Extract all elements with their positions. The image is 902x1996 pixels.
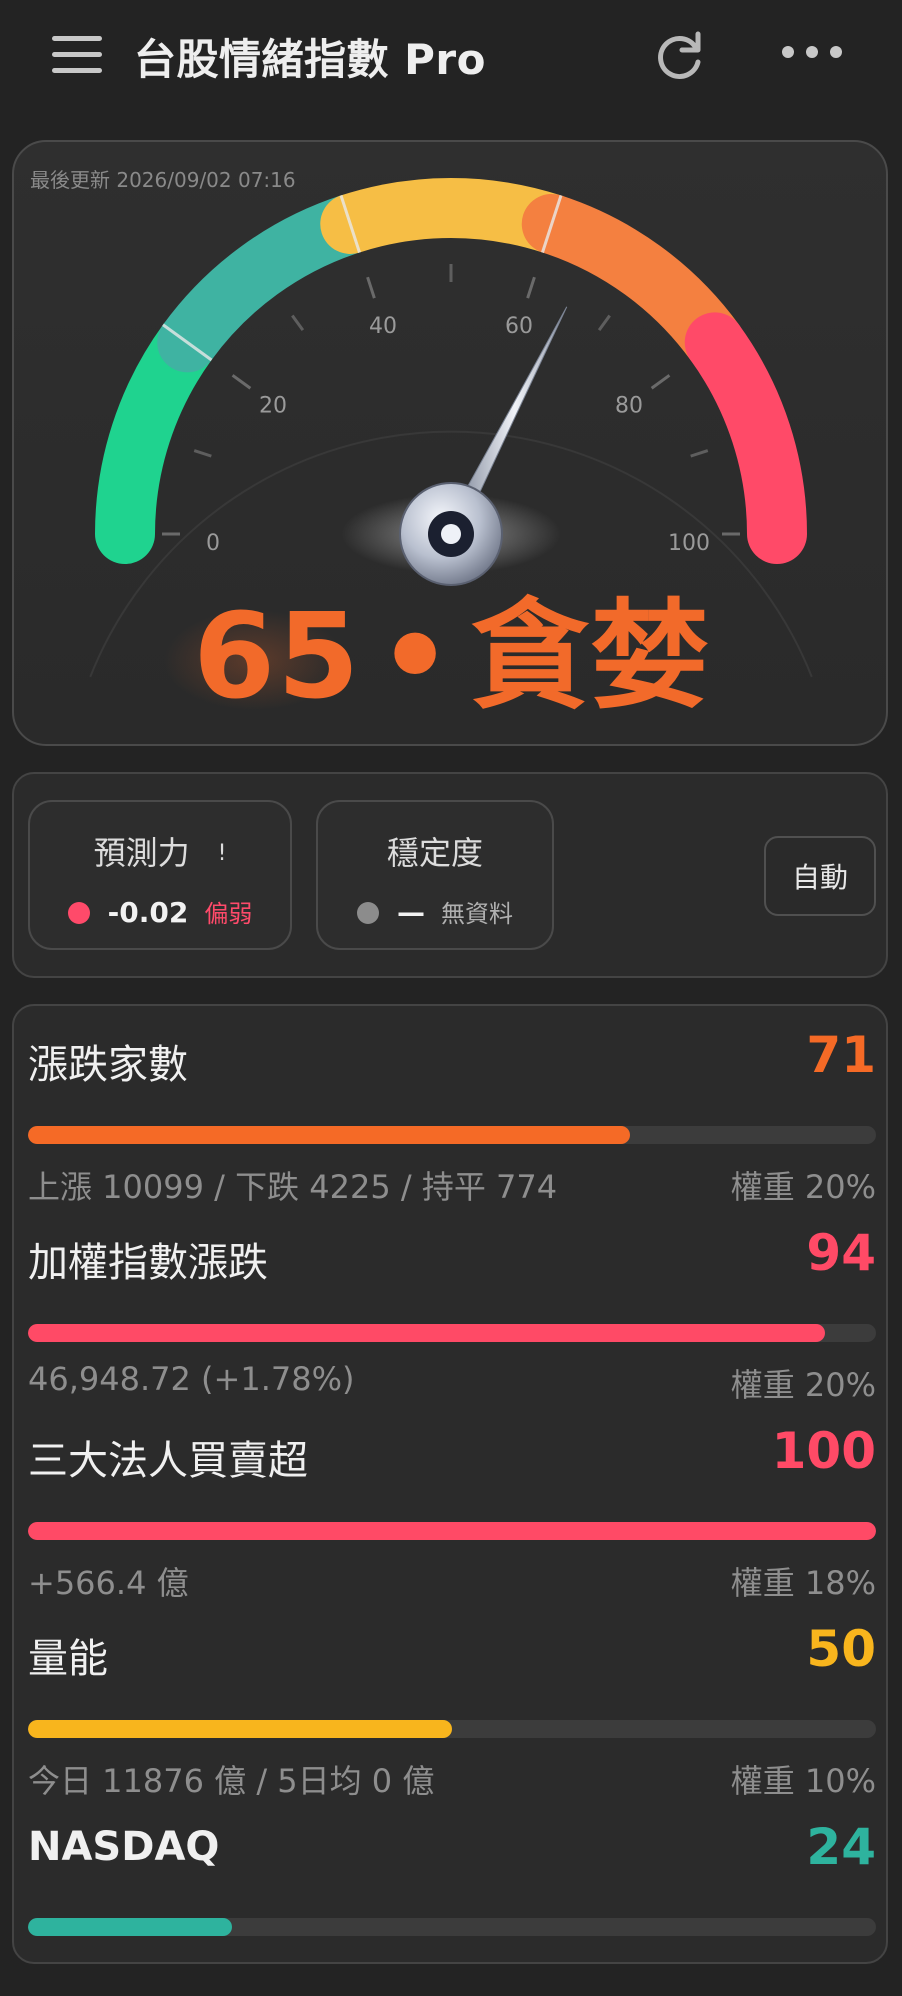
top-app-bar: 台股情緒指數 Pro bbox=[0, 0, 902, 110]
needle-hub bbox=[399, 482, 503, 586]
arc-fear bbox=[157, 193, 381, 373]
metric-name: 加權指數漲跌 bbox=[28, 1240, 268, 1286]
auto-button[interactable]: 自動 bbox=[764, 836, 876, 916]
metric-score: 71 bbox=[806, 1026, 876, 1084]
score-value: 65 bbox=[193, 587, 362, 725]
gauge-tick-label: 60 bbox=[505, 314, 533, 339]
sentiment-score: 65 • 貪婪 bbox=[14, 597, 886, 715]
major-tick bbox=[650, 374, 671, 390]
gauge-tick-label: 0 bbox=[206, 531, 220, 556]
metric-advance-decline[interactable]: 漲跌家數 71 上漲 10099 / 下跌 4225 / 持平 774 權重 2… bbox=[28, 1006, 876, 1206]
predictive-status-dot bbox=[67, 902, 90, 924]
warning-icon[interactable]: ! bbox=[218, 841, 227, 866]
metric-bar-track bbox=[28, 1126, 876, 1144]
metric-name: 量能 bbox=[28, 1636, 108, 1682]
metric-weight: 權重 10% bbox=[730, 1762, 876, 1800]
refresh-icon[interactable] bbox=[652, 28, 708, 84]
metric-detail: 今日 11876 億 / 5日均 0 億 bbox=[28, 1762, 435, 1800]
metric-weight: 權重 20% bbox=[730, 1168, 876, 1206]
metric-bar-fill bbox=[28, 1126, 631, 1144]
metric-nasdaq[interactable]: NASDAQ 24 bbox=[28, 1798, 876, 1996]
predictive-tag: 偏弱 bbox=[204, 900, 253, 928]
metric-bar-track bbox=[28, 1720, 876, 1738]
sentiment-label: 貪婪 bbox=[470, 587, 711, 725]
metric-detail: +566.4 億 bbox=[28, 1564, 189, 1602]
metric-bar-track bbox=[28, 1918, 876, 1936]
arc-extreme-fear bbox=[95, 312, 218, 564]
minor-tick bbox=[193, 449, 212, 458]
metric-score: 94 bbox=[806, 1224, 876, 1282]
metric-score: 50 bbox=[806, 1620, 876, 1678]
metric-score: 100 bbox=[771, 1422, 876, 1480]
metric-bar-fill bbox=[28, 1720, 452, 1738]
indicator-card: 預測力! -0.02 偏弱 穩定度 — 無資料 自動 bbox=[12, 772, 888, 978]
arc-neutral bbox=[320, 178, 582, 254]
arc-greed bbox=[521, 193, 745, 373]
metric-volume[interactable]: 量能 50 今日 11876 億 / 5日均 0 億 權重 10% bbox=[28, 1600, 876, 1800]
metric-bar-fill bbox=[28, 1522, 876, 1540]
menu-icon[interactable] bbox=[52, 36, 102, 74]
stability-title: 穩定度 bbox=[386, 834, 483, 872]
metric-bar-track bbox=[28, 1522, 876, 1540]
metrics-card: 漲跌家數 71 上漲 10099 / 下跌 4225 / 持平 774 權重 2… bbox=[12, 1004, 888, 1964]
major-tick bbox=[366, 276, 376, 299]
minor-tick bbox=[690, 449, 709, 458]
major-tick bbox=[526, 276, 536, 299]
stability-value: — bbox=[397, 896, 425, 929]
stability-tag: 無資料 bbox=[441, 900, 513, 928]
metric-institutional[interactable]: 三大法人買賣超 100 +566.4 億 權重 18% bbox=[28, 1402, 876, 1602]
metric-weight: 權重 20% bbox=[730, 1366, 876, 1404]
metric-weight: 權重 18% bbox=[730, 1564, 876, 1602]
metric-bar-track bbox=[28, 1324, 876, 1342]
gauge-tick-label: 20 bbox=[259, 394, 287, 419]
metric-bar-fill bbox=[28, 1324, 826, 1342]
metric-name: 三大法人買賣超 bbox=[28, 1438, 308, 1484]
arc-extreme-greed bbox=[684, 312, 807, 564]
stability-status-dot bbox=[357, 902, 379, 924]
sentiment-gauge-card: 最後更新 2026/09/02 07:16 0 20 40 60 80 100 … bbox=[12, 140, 888, 746]
more-icon[interactable] bbox=[780, 46, 844, 60]
minor-tick bbox=[291, 314, 305, 332]
app-title: 台股情緒指數 Pro bbox=[134, 35, 486, 84]
gauge-tick-label: 40 bbox=[369, 314, 397, 339]
metric-name: NASDAQ bbox=[28, 1824, 220, 1870]
score-separator: • bbox=[377, 587, 455, 725]
metric-detail: 上漲 10099 / 下跌 4225 / 持平 774 bbox=[28, 1168, 558, 1206]
metric-bar-fill bbox=[28, 1918, 232, 1936]
gauge-tick-label: 80 bbox=[615, 394, 643, 419]
metric-detail: 46,948.72 (+1.78%) bbox=[28, 1360, 355, 1398]
major-tick bbox=[231, 374, 252, 390]
metric-score: 24 bbox=[806, 1818, 876, 1876]
predictive-power-box[interactable]: 預測力! -0.02 偏弱 bbox=[28, 800, 292, 950]
predictive-value: -0.02 bbox=[107, 896, 189, 929]
metric-name: 漲跌家數 bbox=[28, 1042, 188, 1088]
minor-tick bbox=[597, 314, 611, 332]
gauge-tick-label: 100 bbox=[668, 531, 710, 556]
metric-index-change[interactable]: 加權指數漲跌 94 46,948.72 (+1.78%) 權重 20% bbox=[28, 1204, 876, 1404]
predictive-title: 預測力 bbox=[93, 834, 190, 872]
stability-box[interactable]: 穩定度 — 無資料 bbox=[316, 800, 554, 950]
